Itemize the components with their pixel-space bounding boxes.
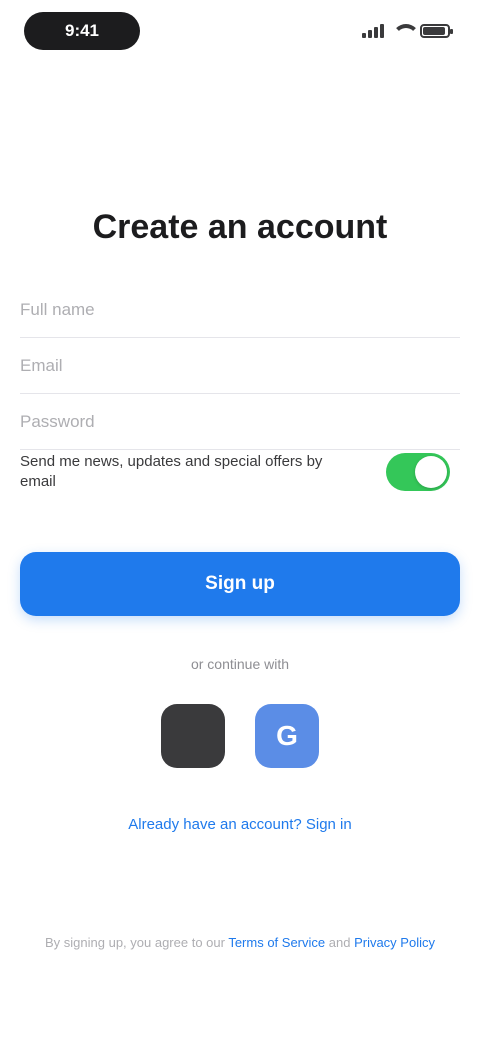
legal-text: By signing up, you agree to our Terms of… [30,932,450,954]
terms-link[interactable]: Terms of Service [228,935,325,950]
social-login-row: G [0,704,480,768]
wifi-icon [392,24,420,38]
google-icon: G [276,720,298,751]
privacy-link[interactable]: Privacy Policy [354,935,435,950]
battery-icon [420,24,453,38]
sign-in-link[interactable]: Already have an account? Sign in [0,816,480,833]
legal-prefix: By signing up, you agree to our [45,935,229,950]
google-login-button[interactable]: G [255,704,319,768]
battery-level [423,27,445,35]
cellular-signal-icon [362,24,384,38]
apple-login-button[interactable] [161,704,225,768]
email-field[interactable] [20,338,460,394]
newsletter-label: Send me news, updates and special offers… [20,453,323,490]
newsletter-toggle[interactable] [386,453,450,491]
toggle-knob [415,456,447,488]
social-divider-text: or continue with [190,656,290,672]
full-name-input[interactable] [20,299,460,320]
password-input[interactable] [20,411,460,432]
signup-form [20,282,460,450]
status-time: 9:41 [24,12,140,50]
email-input[interactable] [20,355,460,376]
newsletter-row: Send me news, updates and special offers… [20,440,460,504]
full-name-field[interactable] [20,282,460,338]
legal-mid: and [325,935,355,950]
page-title: Create an account [92,208,388,246]
sign-up-button[interactable]: Sign up [20,552,460,616]
status-bar: 9:41 [0,0,480,70]
status-icons [362,20,453,42]
